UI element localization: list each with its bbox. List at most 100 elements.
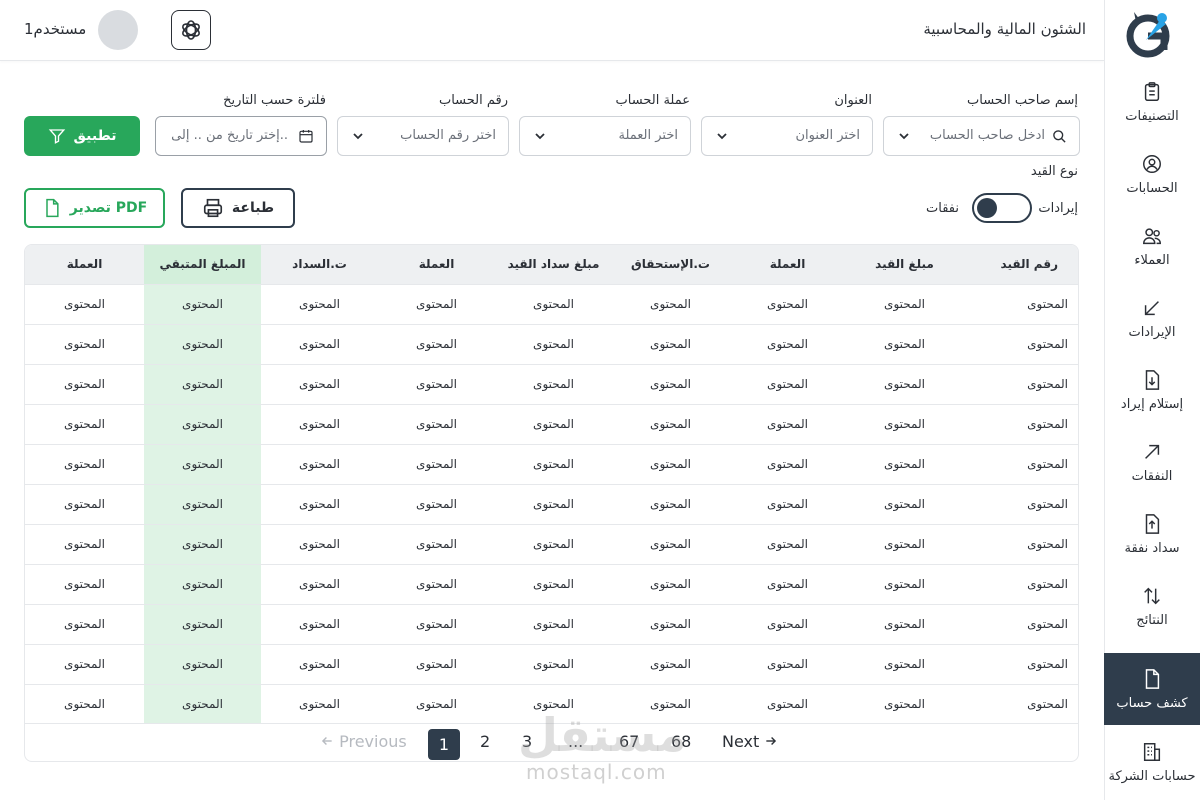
account-holder-select[interactable]: ادخل صاحب الحساب: [883, 116, 1080, 156]
sidebar-item-categories[interactable]: التصنيفات: [1104, 66, 1200, 138]
date-range-input[interactable]: إختر تاريخ من .. إلى..: [155, 116, 327, 156]
address-label: العنوان: [834, 93, 872, 108]
col-currency[interactable]: العملة: [729, 245, 846, 284]
page-68[interactable]: 68: [671, 732, 691, 751]
table-cell: المحتوى: [729, 283, 846, 324]
table-cell: المحتوى: [846, 323, 963, 364]
export-pdf-button[interactable]: تصدير PDF: [24, 188, 165, 228]
table-cell: المحتوى: [261, 643, 378, 684]
table-cell: المحتوى: [144, 483, 261, 524]
col-entry-number[interactable]: رقم القيد: [963, 245, 1078, 284]
revenue-option-label[interactable]: إيرادات: [1038, 201, 1078, 216]
table-cell: المحتوى: [378, 603, 495, 644]
sidebar-item-label: سداد نفقة: [1124, 540, 1180, 556]
table-cell: المحتوى: [612, 683, 729, 724]
table-cell: المحتوى: [729, 403, 846, 444]
table-row[interactable]: المحتوى المحتوى المحتوى المحتوى المحتوى المحت…: [25, 603, 1078, 644]
next-label: Next: [722, 732, 760, 751]
table-row[interactable]: المحتوى المحتوى المحتوى المحتوى المحتوى المحت…: [25, 563, 1078, 604]
table-cell: المحتوى: [261, 403, 378, 444]
table-row[interactable]: المحتوى المحتوى المحتوى المحتوى المحتوى المحت…: [25, 403, 1078, 444]
col-payment-date[interactable]: ت.السداد: [261, 245, 378, 284]
account-number-select[interactable]: اختر رقم الحساب: [337, 116, 509, 156]
chevron-down-icon: [899, 133, 909, 140]
sidebar-item-expenses[interactable]: النفقات: [1104, 426, 1200, 498]
table-row[interactable]: المحتوى المحتوى المحتوى المحتوى المحتوى المحت…: [25, 643, 1078, 684]
table-cell: المحتوى: [729, 443, 846, 484]
page-67[interactable]: 67: [619, 732, 639, 751]
page-ellipsis: ...: [568, 732, 584, 751]
table-cell: المحتوى: [261, 323, 378, 364]
calendar-icon: [299, 130, 313, 143]
sidebar-item-accounts[interactable]: الحسابات: [1104, 138, 1200, 210]
sidebar-item-company-accounts[interactable]: حسابات الشركة: [1104, 726, 1200, 798]
search-icon: [1053, 130, 1066, 143]
table-row[interactable]: المحتوى المحتوى المحتوى المحتوى المحتوى المحت…: [25, 283, 1078, 324]
account-number-placeholder: اختر رقم الحساب: [400, 128, 496, 143]
table-cell: المحتوى: [963, 443, 1078, 484]
currency-placeholder: اختر العملة: [618, 128, 678, 143]
table-row[interactable]: المحتوى المحتوى المحتوى المحتوى المحتوى المحت…: [25, 523, 1078, 564]
printer-icon: [203, 198, 222, 218]
app-logo: [1126, 12, 1170, 58]
table-cell: المحتوى: [261, 283, 378, 324]
previous-page-button[interactable]: Previous: [320, 732, 407, 751]
chatgpt-button[interactable]: [171, 10, 211, 50]
currency-select[interactable]: اختر العملة: [519, 116, 691, 156]
table-cell: المحتوى: [144, 323, 261, 364]
sidebar-item-label: التصنيفات: [1125, 108, 1179, 124]
sidebar: التصنيفات الحسابات العملاء الإيرادات إست…: [1104, 0, 1200, 800]
table-row[interactable]: المحتوى المحتوى المحتوى المحتوى المحتوى المحت…: [25, 323, 1078, 364]
table-cell: المحتوى: [963, 563, 1078, 604]
sidebar-item-clients[interactable]: العملاء: [1104, 210, 1200, 282]
sidebar-item-account-statement[interactable]: كشف حساب: [1104, 653, 1200, 725]
next-page-button[interactable]: Next: [722, 732, 778, 751]
pagination: Next 68 67 ... 3 2 1 Previous: [25, 723, 1078, 761]
export-label: تصدير PDF: [69, 200, 148, 216]
user-name[interactable]: مستخدم1: [24, 20, 86, 38]
table-cell: المحتوى: [963, 283, 1078, 324]
table-cell: المحتوى: [25, 323, 144, 364]
table-cell: المحتوى: [729, 363, 846, 404]
table-row[interactable]: المحتوى المحتوى المحتوى المحتوى المحتوى المحت…: [25, 483, 1078, 524]
entry-type-toggle[interactable]: [972, 193, 1032, 223]
page-1-current[interactable]: 1: [428, 729, 460, 760]
table-cell: المحتوى: [261, 443, 378, 484]
address-select[interactable]: اختر العنوان: [701, 116, 873, 156]
table-cell: المحتوى: [846, 523, 963, 564]
entry-type-label: نوع القيد: [1030, 164, 1078, 179]
sidebar-item-receive-revenue[interactable]: إستلام إيراد: [1104, 354, 1200, 426]
table-cell: المحتوى: [963, 603, 1078, 644]
table-cell: المحتوى: [495, 603, 612, 644]
col-remaining-currency[interactable]: العملة: [25, 245, 144, 284]
table-cell: المحتوى: [261, 523, 378, 564]
expense-option-label[interactable]: نفقات: [926, 201, 959, 216]
table-row[interactable]: المحتوى المحتوى المحتوى المحتوى المحتوى المحت…: [25, 683, 1078, 724]
chevron-down-icon: [717, 133, 727, 140]
col-remaining-amount[interactable]: المبلغ المتبقي: [144, 245, 261, 284]
sidebar-item-revenues[interactable]: الإيرادات: [1104, 282, 1200, 354]
col-payment-currency[interactable]: العملة: [378, 245, 495, 284]
table-cell: المحتوى: [612, 523, 729, 564]
col-entry-amount[interactable]: مبلغ القيد: [846, 245, 963, 284]
sidebar-item-results[interactable]: النتائج: [1104, 570, 1200, 642]
previous-label: Previous: [339, 732, 407, 751]
document-icon: [46, 198, 59, 218]
apply-filter-button[interactable]: تطبيق: [24, 116, 140, 156]
user-avatar[interactable]: [98, 10, 138, 50]
arrow-left-icon: [321, 737, 332, 745]
table-cell: المحتوى: [729, 643, 846, 684]
arrow-down-left-icon: [1144, 300, 1159, 315]
table-row[interactable]: المحتوى المحتوى المحتوى المحتوى المحتوى المحت…: [25, 363, 1078, 404]
col-due-date[interactable]: ت.الإستحقاق: [612, 245, 729, 284]
table-row[interactable]: المحتوى المحتوى المحتوى المحتوى المحتوى المحت…: [25, 443, 1078, 484]
table-cell: المحتوى: [25, 283, 144, 324]
sidebar-item-pay-expense[interactable]: سداد نفقة: [1104, 498, 1200, 570]
table-cell: المحتوى: [144, 523, 261, 564]
table-cell: المحتوى: [495, 323, 612, 364]
col-payment-amount[interactable]: مبلغ سداد القيد: [495, 245, 612, 284]
print-button[interactable]: طباعة: [181, 188, 295, 228]
table-cell: المحتوى: [495, 283, 612, 324]
page-3[interactable]: 3: [522, 732, 532, 751]
page-2[interactable]: 2: [480, 732, 490, 751]
